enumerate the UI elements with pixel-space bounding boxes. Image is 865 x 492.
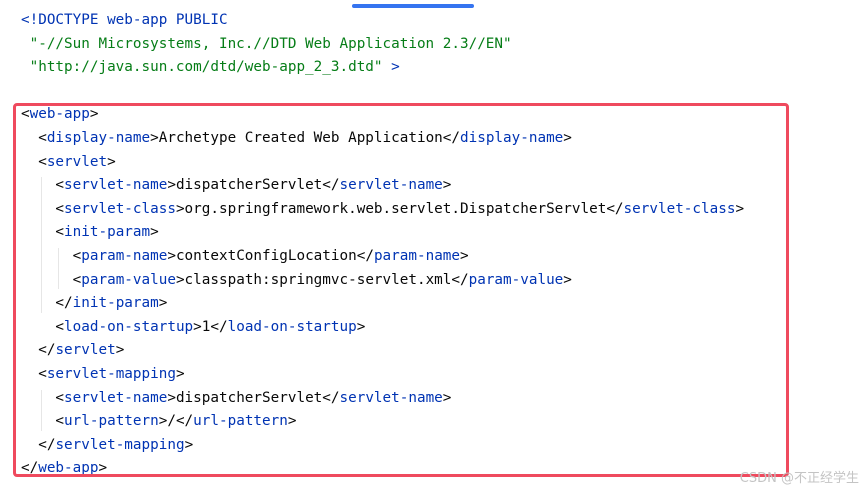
xml-string: "http://java.sun.com/dtd/web-app_2_3.dtd… [21,59,383,76]
xml-tag-name: <!DOCTYPE web-app PUBLIC [21,12,228,28]
code-line: <!DOCTYPE web-app PUBLIC [21,8,228,32]
code-editor[interactable]: <!DOCTYPE web-app PUBLIC "-//Sun Microsy… [0,0,865,492]
code-line: "http://java.sun.com/dtd/web-app_2_3.dtd… [21,55,400,79]
highlight-annotation-box [13,103,789,477]
xml-string: "-//Sun Microsystems, Inc.//DTD Web Appl… [21,35,512,52]
horizontal-scrollbar-thumb[interactable] [352,4,474,8]
watermark: CSDN @不正经学生 [739,471,859,486]
xml-tag-name: > [382,59,400,76]
code-line: "-//Sun Microsystems, Inc.//DTD Web Appl… [21,32,512,56]
